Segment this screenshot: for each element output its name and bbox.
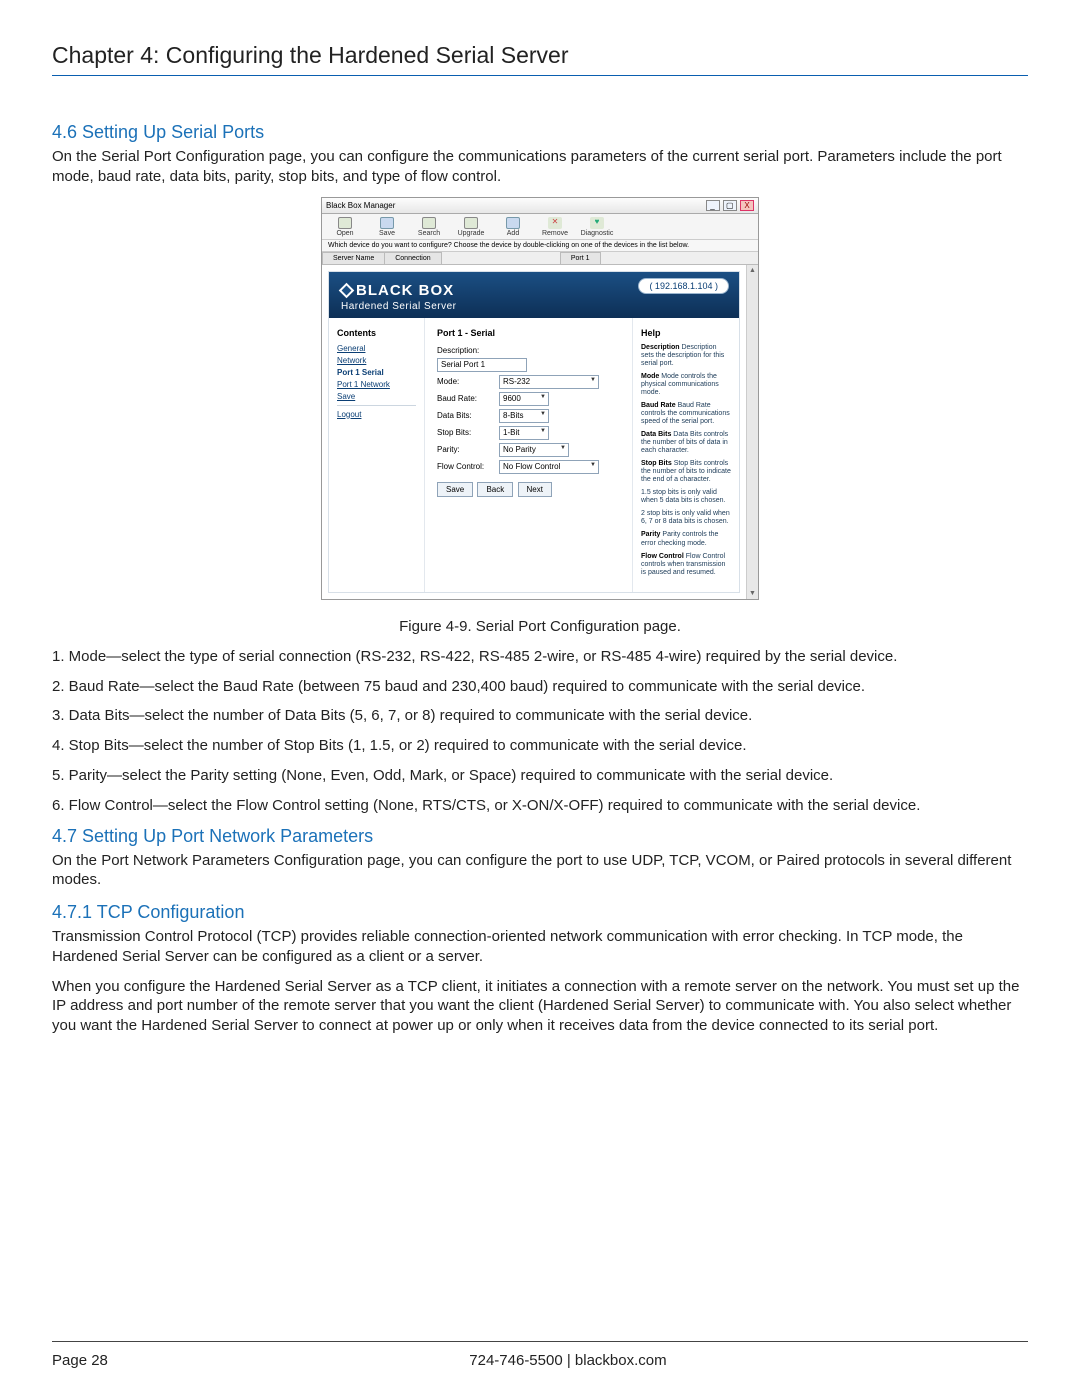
diagnostic-icon: ♥ [590, 217, 604, 229]
label-baud: Baud Rate: [437, 394, 499, 403]
help-stop15: 1.5 stop bits is only valid when 5 data … [641, 489, 731, 505]
help-panel: Help Description Description sets the de… [633, 318, 739, 592]
toolbar-search[interactable]: Search [412, 217, 446, 237]
device-tabs: Server Name Connection Port 1 [322, 252, 758, 265]
section-47-heading: 4.7 Setting Up Port Network Parameters [52, 826, 1028, 847]
list-item-5: 5. Parity—select the Parity setting (Non… [52, 766, 1028, 786]
toolbar-open[interactable]: Open [328, 217, 362, 237]
tab-port1[interactable]: Port 1 [560, 252, 601, 264]
mode-select[interactable]: RS-232 [499, 375, 599, 389]
help-description: Description Description sets the descrip… [641, 344, 731, 368]
contents-nav: Contents General Network Port 1 Serial P… [329, 318, 425, 592]
embedded-web-panel: BLACK BOX Hardened Serial Server ( 192.1… [328, 271, 740, 593]
nav-general[interactable]: General [337, 344, 416, 353]
app-toolbar: Open Save Search Upgrade Add ✕Remove ♥Di… [322, 214, 758, 240]
minimize-icon[interactable]: _ [706, 200, 720, 211]
nav-port1-serial[interactable]: Port 1 Serial [337, 368, 416, 377]
logo-diamond-icon [339, 282, 355, 298]
list-item-1: 1. Mode—select the type of serial connec… [52, 647, 1028, 667]
brand-text: BLACK BOX [356, 282, 454, 299]
form-back-button[interactable]: Back [477, 482, 513, 497]
search-icon [422, 217, 436, 229]
toolbar-add[interactable]: Add [496, 217, 530, 237]
tab-connection[interactable]: Connection [384, 252, 441, 264]
brand-subtitle: Hardened Serial Server [341, 301, 727, 312]
description-input[interactable] [437, 358, 527, 372]
scroll-down-icon[interactable]: ▼ [749, 590, 756, 597]
instruction-line: Which device do you want to configure? C… [322, 240, 758, 252]
list-item-3: 3. Data Bits—select the number of Data B… [52, 706, 1028, 726]
help-stop2: 2 stop bits is only valid when 6, 7 or 8… [641, 510, 731, 526]
nav-save[interactable]: Save [337, 392, 416, 401]
window-controls: _ ▢ X [705, 200, 754, 211]
help-databits: Data Bits Data Bits controls the number … [641, 431, 731, 455]
ip-badge: ( 192.168.1.104 ) [638, 278, 729, 294]
add-icon [506, 217, 520, 229]
help-parity: Parity Parity controls the error checkin… [641, 531, 731, 547]
footer-page-number: Page 28 [52, 1352, 108, 1369]
form-heading: Port 1 - Serial [437, 328, 620, 338]
open-icon [338, 217, 352, 229]
toolbar-upgrade[interactable]: Upgrade [454, 217, 488, 237]
nav-port1-network[interactable]: Port 1 Network [337, 380, 416, 389]
list-item-4: 4. Stop Bits—select the number of Stop B… [52, 736, 1028, 756]
toolbar-remove[interactable]: ✕Remove [538, 217, 572, 237]
help-baud: Baud Rate Baud Rate controls the communi… [641, 402, 731, 426]
serial-port-form: Port 1 - Serial Description: Mode:RS-232… [425, 318, 633, 592]
label-mode: Mode: [437, 377, 499, 386]
figure-caption: Figure 4-9. Serial Port Configuration pa… [52, 618, 1028, 635]
title-rule [52, 75, 1028, 76]
section-46-intro: On the Serial Port Configuration page, y… [52, 147, 1028, 187]
chapter-title: Chapter 4: Configuring the Hardened Seri… [52, 42, 1028, 69]
section-46-heading: 4.6 Setting Up Serial Ports [52, 122, 1028, 143]
list-item-2: 2. Baud Rate—select the Baud Rate (betwe… [52, 677, 1028, 697]
scroll-up-icon[interactable]: ▲ [749, 267, 756, 274]
label-databits: Data Bits: [437, 411, 499, 420]
contents-heading: Contents [337, 328, 416, 338]
help-mode: Mode Mode controls the physical communic… [641, 373, 731, 397]
stopbits-select[interactable]: 1-Bit [499, 426, 549, 440]
flow-select[interactable]: No Flow Control [499, 460, 599, 474]
help-stopbits: Stop Bits Stop Bits controls the number … [641, 460, 731, 484]
save-icon [380, 217, 394, 229]
label-stopbits: Stop Bits: [437, 428, 499, 437]
remove-icon: ✕ [548, 217, 562, 229]
parity-select[interactable]: No Parity [499, 443, 569, 457]
tab-server-name[interactable]: Server Name [322, 252, 385, 264]
label-description: Description: [437, 346, 499, 355]
page-footer: Page 28 724-746-5500 | blackbox.com [52, 1341, 1028, 1369]
close-icon[interactable]: X [740, 200, 754, 211]
nav-network[interactable]: Network [337, 356, 416, 365]
section-471-p1: Transmission Control Protocol (TCP) prov… [52, 927, 1028, 967]
maximize-icon[interactable]: ▢ [723, 200, 737, 211]
footer-contact: 724-746-5500 | blackbox.com [52, 1352, 1028, 1369]
toolbar-diagnostic[interactable]: ♥Diagnostic [580, 217, 614, 237]
label-parity: Parity: [437, 445, 499, 454]
config-page-screenshot: Black Box Manager _ ▢ X Open Save Search… [321, 197, 759, 600]
help-heading: Help [641, 328, 731, 338]
upgrade-icon [464, 217, 478, 229]
window-title: Black Box Manager [326, 201, 395, 210]
label-flow: Flow Control: [437, 462, 499, 471]
toolbar-save[interactable]: Save [370, 217, 404, 237]
baud-select[interactable]: 9600 [499, 392, 549, 406]
form-save-button[interactable]: Save [437, 482, 473, 497]
section-47-intro: On the Port Network Parameters Configura… [52, 851, 1028, 891]
section-471-heading: 4.7.1 TCP Configuration [52, 902, 1028, 923]
form-next-button[interactable]: Next [518, 482, 552, 497]
help-flow: Flow Control Flow Control controls when … [641, 553, 731, 577]
scrollbar[interactable]: ▲ ▼ [746, 265, 758, 599]
nav-logout[interactable]: Logout [337, 410, 416, 419]
window-titlebar: Black Box Manager _ ▢ X [322, 198, 758, 214]
section-471-p2: When you configure the Hardened Serial S… [52, 977, 1028, 1036]
databits-select[interactable]: 8-Bits [499, 409, 549, 423]
list-item-6: 6. Flow Control—select the Flow Control … [52, 796, 1028, 816]
